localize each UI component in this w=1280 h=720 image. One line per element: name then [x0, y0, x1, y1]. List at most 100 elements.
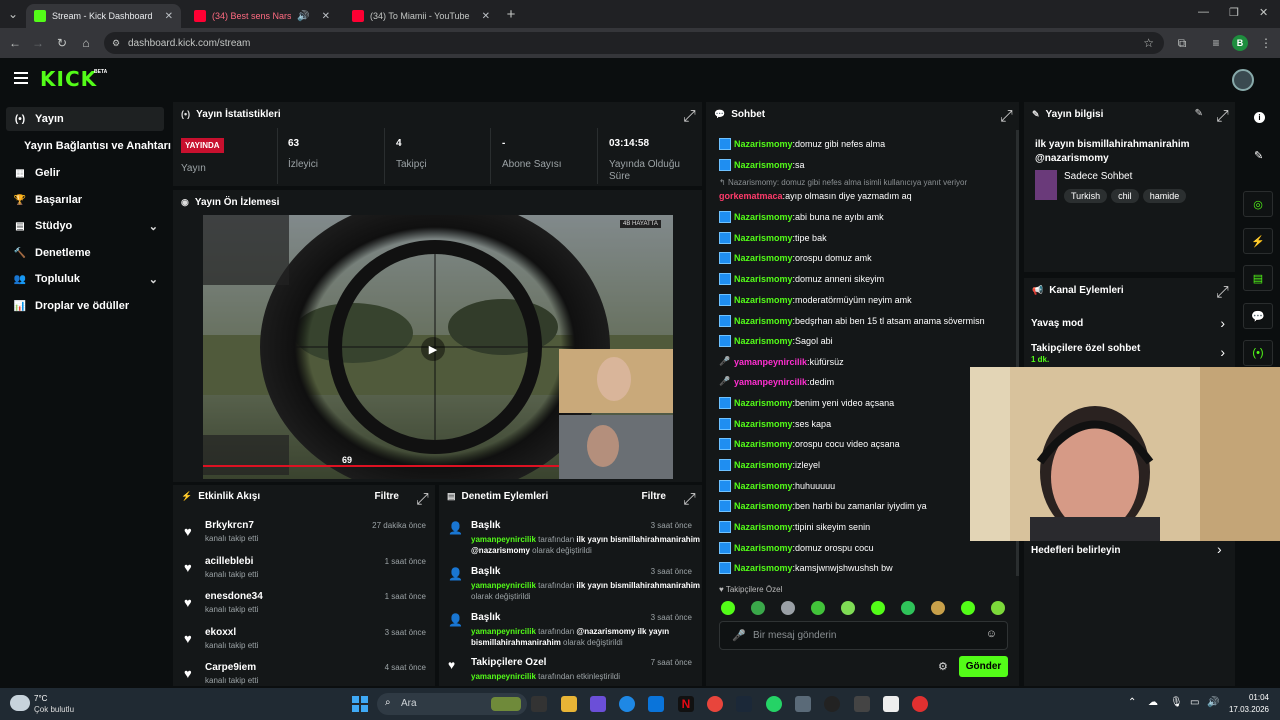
sidebar-item-gelir[interactable]: ▦ Gelir [6, 161, 164, 185]
chat-username[interactable]: Nazarismomy [734, 501, 793, 511]
chat-username[interactable]: Nazarismomy [734, 398, 793, 408]
chevron-down-icon[interactable]: ⌄ [149, 273, 158, 286]
rail-doc-button[interactable]: ▤ [1243, 265, 1273, 291]
microphone-icon[interactable]: 🎙 [1170, 697, 1183, 708]
chat-username[interactable]: Nazarismomy [734, 274, 793, 284]
app-icon-2[interactable] [854, 696, 870, 712]
close-tab-icon[interactable]: ✕ [165, 11, 173, 22]
chevron-down-icon[interactable]: ⌄ [149, 220, 158, 233]
chat-username[interactable]: yamanpeynircilik [734, 377, 807, 387]
follower-name[interactable]: enesdone34 [205, 591, 263, 602]
address-bar[interactable]: ⚙ dashboard.kick.com/stream ☆ [104, 32, 1164, 54]
follower-name[interactable]: ekoxxl [205, 627, 236, 638]
obs-icon[interactable] [824, 696, 840, 712]
emote-icon[interactable] [991, 601, 1005, 615]
volume-icon[interactable]: 🔊 [1207, 697, 1219, 708]
chat-username[interactable]: Nazarismomy [734, 233, 793, 243]
tab-youtube-2[interactable]: (34) To Miamii - YouTube ✕ [344, 4, 498, 28]
window-close-button[interactable]: ✕ [1259, 6, 1268, 19]
emoji-picker-icon[interactable]: ☺ [986, 628, 997, 640]
edge-icon[interactable] [619, 696, 635, 712]
chat-username[interactable]: Nazarismomy [734, 316, 793, 326]
reload-icon[interactable]: ↻ [53, 34, 71, 52]
cloud-icon[interactable]: ☁ [1148, 697, 1158, 708]
rail-camera-button[interactable]: ◎ [1243, 191, 1273, 217]
emote-icon[interactable] [931, 601, 945, 615]
kick-logo[interactable]: KICK [40, 67, 97, 91]
pencil-icon[interactable]: ✎ [1254, 149, 1263, 162]
tab-youtube-1[interactable]: (34) Best sens Narssss - Yo 🔊 ✕ [186, 4, 338, 28]
stream-preview-video[interactable]: ▶ 4B HAYATTA 69 [203, 215, 673, 479]
windows-start-icon[interactable] [352, 696, 368, 712]
chat-username[interactable]: Nazarismomy [734, 522, 793, 532]
chat-username[interactable]: Nazarismomy [734, 563, 793, 573]
record-app-icon[interactable] [912, 696, 928, 712]
display-icon[interactable]: ▭ [1190, 697, 1199, 708]
chat-username[interactable]: Nazarismomy [734, 419, 793, 429]
chevron-right-icon[interactable]: › [1220, 344, 1225, 360]
chat-username[interactable]: Nazarismomy [734, 139, 793, 149]
sidebar-item-droplar[interactable]: 📊 Droplar ve ödüller [6, 294, 164, 318]
reading-list-icon[interactable]: ≡ [1207, 34, 1225, 52]
site-info-icon[interactable]: ⚙ [112, 38, 120, 49]
emote-icon[interactable] [721, 601, 735, 615]
follower-name[interactable]: Brkykrcn7 [205, 520, 254, 531]
copilot-icon[interactable] [590, 696, 606, 712]
popout-icon[interactable]: ⤢ [683, 491, 696, 508]
emote-icon[interactable] [751, 601, 765, 615]
send-button[interactable]: Gönder [959, 656, 1008, 677]
extensions-icon[interactable]: ⧉ [1173, 34, 1191, 52]
sidebar-item-stream-key[interactable]: Yayın Bağlantısı ve Anahtarı [6, 134, 172, 158]
bookmark-star-icon[interactable]: ☆ [1143, 36, 1154, 50]
weather-icon[interactable] [10, 695, 30, 711]
clock-date[interactable]: 17.03.2026 [1227, 705, 1269, 714]
clock-time[interactable]: 01:04 [1227, 693, 1269, 702]
steam-icon[interactable] [736, 696, 752, 712]
emote-icon[interactable] [781, 601, 795, 615]
chat-username[interactable]: Nazarismomy [734, 439, 793, 449]
maximize-button[interactable]: ❐ [1229, 6, 1239, 19]
minimize-button[interactable]: — [1198, 6, 1209, 18]
filter-button[interactable]: Filtre [642, 491, 666, 502]
popout-icon[interactable]: ⤢ [1216, 284, 1229, 301]
app-icon[interactable] [795, 696, 811, 712]
set-goals-label[interactable]: Hedefleri belirleyin [1031, 545, 1120, 556]
whatsapp-icon[interactable] [766, 696, 782, 712]
chat-username[interactable]: Nazarismomy [734, 212, 793, 222]
browser-menu-icon[interactable]: ⋮ [1257, 34, 1275, 52]
tab-kick-dashboard[interactable]: Stream - Kick Dashboard ✕ [26, 4, 181, 28]
rail-chat-button[interactable]: 💬 [1243, 303, 1273, 329]
notepad-icon[interactable] [883, 696, 899, 712]
taskbar-search[interactable]: ⌕ Ara [377, 693, 527, 715]
chat-username[interactable]: Nazarismomy [734, 543, 793, 553]
emote-icon[interactable] [841, 601, 855, 615]
edit-icon[interactable]: ✎ [1195, 108, 1203, 119]
popout-icon[interactable]: ⤢ [683, 108, 696, 125]
popout-icon[interactable]: ⤢ [1216, 108, 1229, 125]
chevron-right-icon[interactable]: › [1220, 315, 1225, 331]
sidebar-item-denetleme[interactable]: 🔨 Denetleme [6, 241, 164, 265]
rail-flash-button[interactable]: ⚡ [1243, 228, 1273, 254]
netflix-icon[interactable]: N [678, 696, 694, 712]
close-tab-icon[interactable]: ✕ [322, 11, 330, 22]
speaker-icon[interactable]: 🔊 [297, 11, 309, 22]
chat-username[interactable]: Nazarismomy [734, 160, 793, 170]
chat-username[interactable]: yamanpeynircilik [734, 357, 807, 367]
file-explorer-icon[interactable] [561, 696, 577, 712]
task-view-icon[interactable] [531, 696, 547, 712]
tray-chevron-icon[interactable]: ⌃ [1128, 697, 1136, 708]
chat-username[interactable]: Nazarismomy [734, 253, 793, 263]
tag[interactable]: chil [1111, 189, 1139, 203]
filter-button[interactable]: Filtre [375, 491, 399, 502]
chat-input[interactable]: 🎤 Bir mesaj gönderin ☺ [719, 621, 1008, 650]
tab-search-icon[interactable]: ⌄ [4, 5, 22, 23]
chat-username[interactable]: gorkematmaca [719, 191, 783, 201]
close-tab-icon[interactable]: ✕ [482, 11, 490, 22]
emote-icon[interactable] [871, 601, 885, 615]
store-icon[interactable] [648, 696, 664, 712]
popout-icon[interactable]: ⤢ [1000, 108, 1013, 125]
info-icon[interactable]: i [1254, 112, 1265, 123]
profile-avatar[interactable]: B [1232, 35, 1248, 51]
chevron-right-icon[interactable]: › [1217, 541, 1222, 557]
followers-chat-label[interactable]: Takipçilere özel sohbet [1031, 343, 1140, 354]
